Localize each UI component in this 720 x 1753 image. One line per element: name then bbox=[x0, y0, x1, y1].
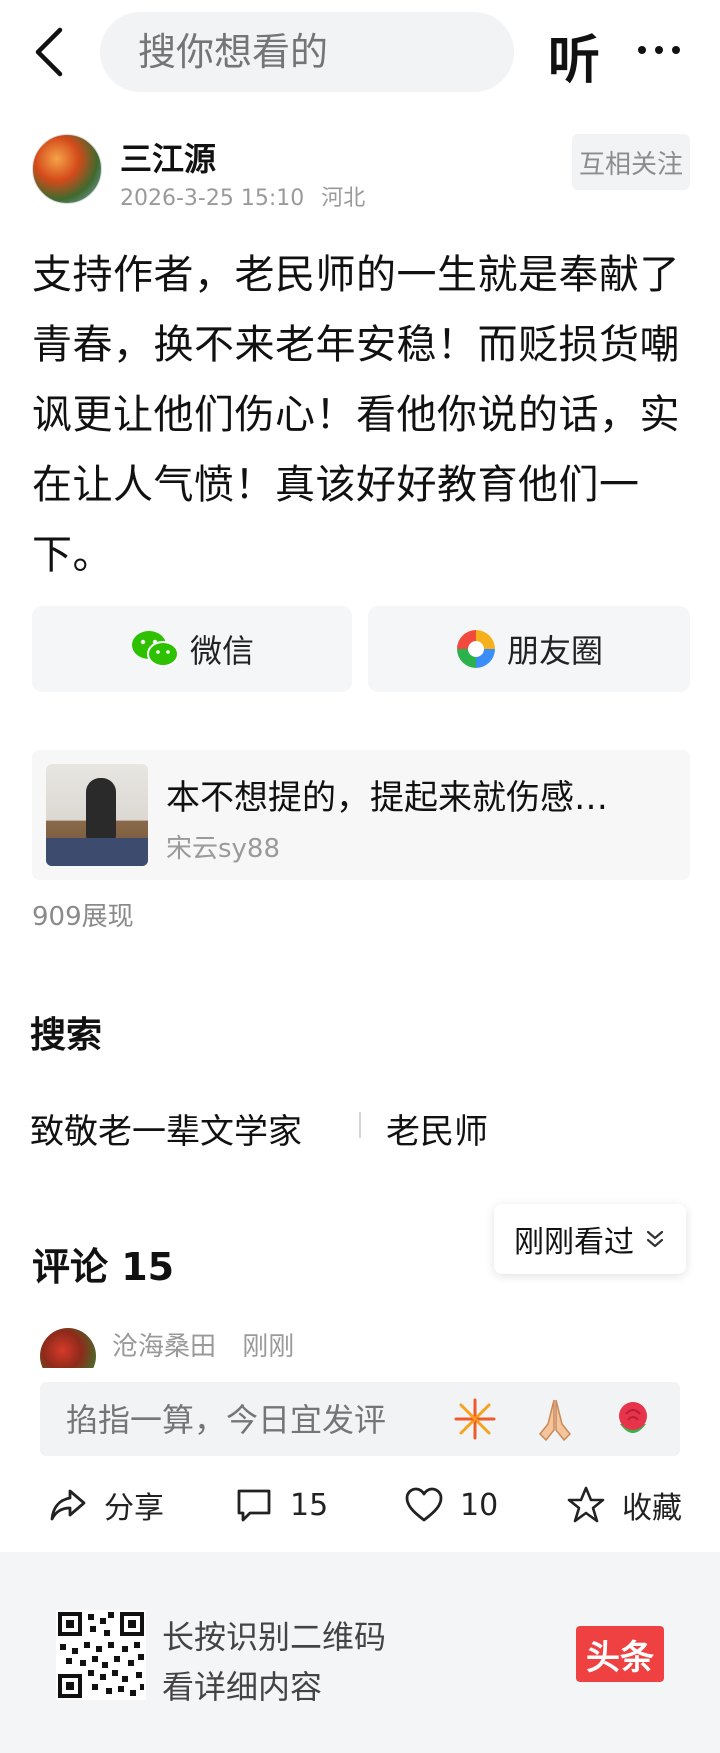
like-count: 10 bbox=[460, 1487, 499, 1523]
comment-icon bbox=[237, 1489, 271, 1522]
share-wechat-label: 微信 bbox=[189, 632, 254, 670]
post-text: 支持作者，老民师的一生就是奉献了青春，换不来老年安稳！而贬损货嘲讽更让他们伤心！… bbox=[32, 252, 680, 578]
back-icon[interactable] bbox=[28, 24, 72, 80]
double-chevron-down-icon bbox=[646, 1230, 664, 1248]
heart-icon bbox=[405, 1487, 443, 1522]
comment-time: 刚刚 bbox=[242, 1332, 295, 1362]
comment-username[interactable]: 沧海桑田 bbox=[112, 1332, 216, 1362]
favorite-button[interactable]: 收藏 bbox=[566, 1480, 682, 1530]
search-input[interactable] bbox=[136, 29, 613, 75]
post-meta: 2026-3-25 15:10 河北 bbox=[120, 180, 375, 212]
comment-count: 15 bbox=[290, 1487, 329, 1523]
author-avatar[interactable] bbox=[32, 134, 102, 204]
star-icon bbox=[567, 1486, 605, 1523]
like-button[interactable]: 10 bbox=[404, 1480, 498, 1530]
view-count: 909展现 bbox=[32, 902, 134, 932]
rose-icon[interactable] bbox=[608, 1394, 658, 1444]
moments-icon bbox=[456, 630, 495, 668]
search-box[interactable] bbox=[100, 12, 613, 92]
related-thumbnail bbox=[46, 764, 148, 866]
divider bbox=[359, 1112, 361, 1138]
related-title: 本不想提的，提起来就伤感… bbox=[166, 778, 608, 818]
related-author: 宋云sy88 bbox=[166, 834, 281, 864]
related-article-card[interactable]: 本不想提的，提起来就伤感… 宋云sy88 bbox=[32, 750, 690, 880]
post-time: 2026-3-25 15:10 bbox=[120, 186, 305, 211]
firework-icon[interactable] bbox=[450, 1394, 500, 1444]
comment-meta: 沧海桑田 刚刚 bbox=[112, 1326, 312, 1363]
comment-avatar[interactable] bbox=[40, 1328, 96, 1368]
search-section-title: 搜索 bbox=[30, 1015, 103, 1056]
listen-button[interactable]: 听 bbox=[548, 18, 600, 93]
author-name[interactable]: 三江源 bbox=[120, 134, 216, 180]
search-tag[interactable]: 老民师 bbox=[386, 1104, 488, 1153]
share-moments-label: 朋友圈 bbox=[506, 632, 603, 670]
footer: 长按识别二维码 看详细内容 头条 bbox=[0, 1552, 720, 1753]
share-label: 分享 bbox=[104, 1491, 164, 1526]
toutiao-logo: 头条 bbox=[576, 1626, 664, 1682]
sort-label: 刚刚看过 bbox=[514, 1225, 634, 1260]
more-icon[interactable] bbox=[634, 30, 684, 70]
footer-qr-hint: 长按识别二维码 bbox=[162, 1618, 387, 1656]
top-bar: 听 bbox=[0, 0, 720, 104]
footer-detail-hint: 看详细内容 bbox=[162, 1668, 323, 1706]
comment-input[interactable] bbox=[64, 1400, 424, 1440]
praying-hands-icon[interactable] bbox=[530, 1394, 580, 1444]
favorite-label: 收藏 bbox=[622, 1491, 682, 1526]
share-wechat-button[interactable]: 微信 bbox=[32, 606, 352, 692]
share-moments-button[interactable]: 朋友圈 bbox=[368, 606, 690, 692]
comment-input-bar[interactable] bbox=[40, 1382, 680, 1456]
search-tag[interactable]: 致敬老一辈文学家 bbox=[30, 1104, 302, 1153]
comment-sort-button[interactable]: 刚刚看过 bbox=[494, 1204, 686, 1274]
share-button[interactable]: 分享 bbox=[48, 1480, 164, 1530]
comment-button[interactable]: 15 bbox=[234, 1480, 328, 1530]
follow-button[interactable]: 互相关注 bbox=[572, 134, 690, 190]
wechat-icon bbox=[131, 631, 179, 667]
post-location: 河北 bbox=[321, 186, 366, 211]
qr-code[interactable] bbox=[56, 1610, 146, 1700]
comments-title: 评论 15 bbox=[32, 1245, 175, 1289]
share-icon bbox=[50, 1489, 86, 1521]
